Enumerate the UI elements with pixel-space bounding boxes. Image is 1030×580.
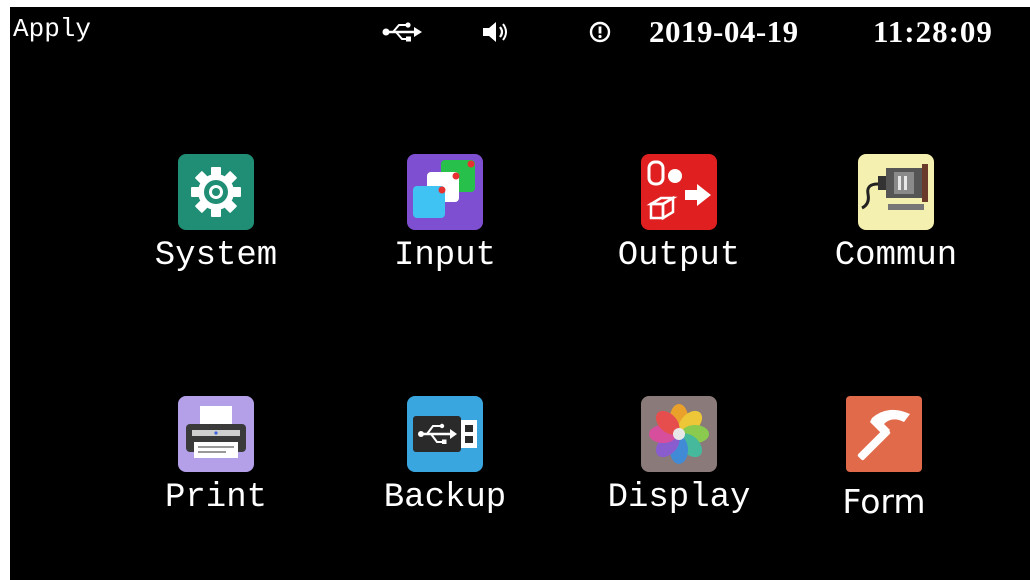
app-system[interactable]: System [136,154,296,294]
app-title: Apply [13,14,92,44]
app-input[interactable]: Input [365,154,525,294]
app-display[interactable]: Display [599,396,759,536]
usb-drive-icon [407,396,483,472]
hammer-icon [846,396,922,472]
alert-icon [589,21,611,43]
speaker-icon [483,22,507,42]
app-print[interactable]: Print [136,396,296,536]
app-label: Print [164,479,268,517]
photos-flower-icon [641,396,717,472]
status-date: 2019-04-19 [649,14,799,49]
app-label: System [154,237,278,275]
app-label: Display [607,479,751,517]
status-time: 11:28:09 [873,14,993,49]
app-form[interactable]: Form [804,396,964,536]
input-squares-icon [407,154,483,230]
output-shapes-icon [641,154,717,230]
app-backup[interactable]: Backup [365,396,525,536]
gear-icon [178,154,254,230]
printer-icon [178,396,254,472]
app-output[interactable]: Output [599,154,759,294]
device-screen: Apply 2019-04-19 11:28:09 System Input O… [10,7,1030,580]
usb-icon [382,22,422,42]
app-label: Form [842,482,926,521]
app-label: Input [393,237,497,275]
app-label: Commun [834,237,958,275]
app-label: Output [617,237,741,275]
app-commun[interactable]: Commun [816,154,976,294]
app-label: Backup [383,479,507,517]
serial-connector-icon [858,154,934,230]
